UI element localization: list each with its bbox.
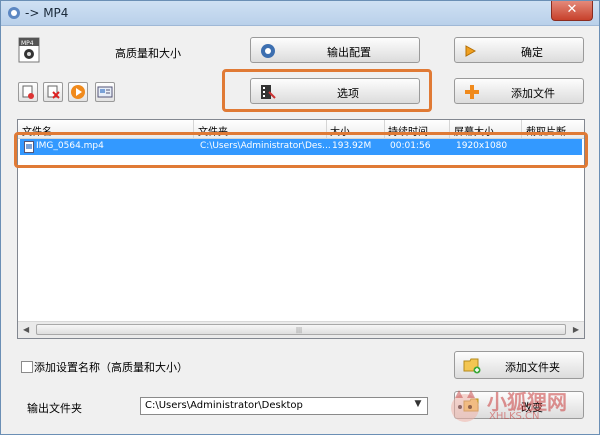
- add-folder-label: 添加文件夹: [505, 361, 560, 374]
- new-doc-icon: [22, 85, 34, 99]
- watermark-url: XHLKS.CN: [489, 411, 540, 422]
- ok-label: 确定: [521, 46, 543, 59]
- play-icon: [71, 85, 85, 99]
- scroll-grip: |||: [296, 327, 303, 334]
- options-label: 选项: [337, 87, 359, 100]
- close-button[interactable]: ✕: [551, 1, 593, 21]
- window-title: -> MP4: [25, 6, 69, 20]
- options-button[interactable]: 选项: [250, 78, 420, 104]
- gear-icon: [261, 44, 275, 58]
- converter-window: -> MP4 ✕ MP4 高质量和大小 输出配置 确定 选项 添加文件 文件名 …: [0, 0, 600, 435]
- info-button[interactable]: [95, 82, 115, 102]
- add-file-button[interactable]: 添加文件: [454, 78, 584, 104]
- output-config-label: 输出配置: [327, 46, 371, 59]
- title-bar: -> MP4 ✕: [1, 1, 599, 26]
- chevron-down-icon[interactable]: ▼: [411, 399, 425, 413]
- add-settings-name-checkbox[interactable]: [21, 361, 33, 373]
- add-file-label: 添加文件: [511, 87, 555, 100]
- output-folder-value: C:\Users\Administrator\Desktop: [145, 400, 303, 411]
- quality-label: 高质量和大小: [115, 47, 181, 60]
- add-settings-name-label: 添加设置名称（高质量和大小）: [34, 361, 188, 374]
- app-icon: [8, 7, 20, 19]
- new-file-button[interactable]: [18, 82, 38, 102]
- watermark: 小狐狸网 XHLKS.CN: [445, 386, 595, 428]
- folder-add-icon: [463, 358, 481, 374]
- play-button[interactable]: [68, 82, 88, 102]
- output-folder-select[interactable]: C:\Users\Administrator\Desktop ▼: [140, 397, 428, 415]
- fox-logo-icon: [451, 390, 479, 422]
- row-highlight-box: [14, 132, 588, 168]
- horizontal-scrollbar[interactable]: ◀ ||| ▶: [18, 321, 584, 338]
- media-info-icon: [97, 86, 113, 98]
- remove-file-button[interactable]: [43, 82, 63, 102]
- scroll-right-icon[interactable]: ▶: [573, 325, 579, 334]
- arrow-right-icon: [465, 45, 477, 57]
- scroll-thumb[interactable]: |||: [36, 324, 566, 335]
- output-folder-label: 输出文件夹: [27, 402, 82, 415]
- mp4-badge-text: MP4: [21, 40, 34, 47]
- output-config-button[interactable]: 输出配置: [250, 37, 420, 63]
- film-settings-icon: [261, 85, 276, 99]
- add-folder-button[interactable]: 添加文件夹: [454, 351, 584, 379]
- delete-doc-icon: [47, 85, 60, 99]
- ok-button[interactable]: 确定: [454, 37, 584, 63]
- scroll-left-icon[interactable]: ◀: [23, 325, 29, 334]
- plus-icon: [465, 85, 479, 99]
- mp4-format-icon: MP4: [18, 37, 40, 63]
